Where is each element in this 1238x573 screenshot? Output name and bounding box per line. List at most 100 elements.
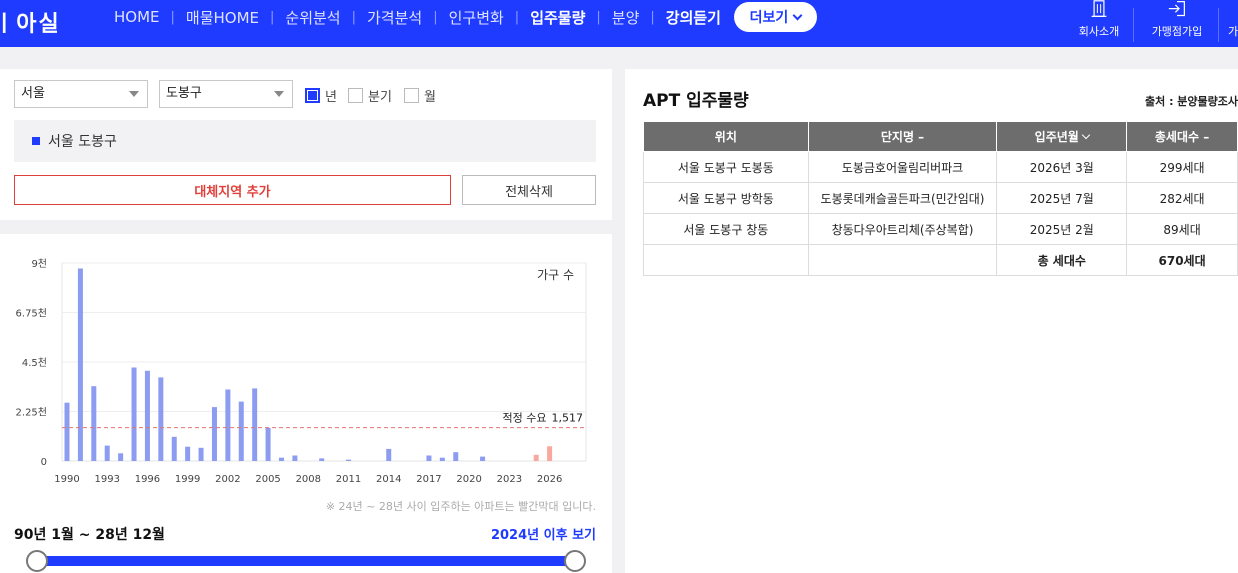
x-tick-label: 1993	[94, 474, 119, 485]
nav-item[interactable]: 인구변화	[449, 7, 504, 28]
reference-line-value: 1,517	[552, 412, 584, 425]
more-menu-button[interactable]: 더보기	[733, 2, 817, 32]
quarter-checkbox[interactable]	[348, 88, 363, 103]
district-select[interactable]: 도봉구	[159, 80, 293, 108]
month-checkbox[interactable]	[404, 88, 419, 103]
col-complex-name[interactable]: 단지명 –	[807, 121, 998, 152]
bar	[238, 401, 244, 461]
col-location[interactable]: 위치	[643, 121, 809, 152]
x-tick-label: 2002	[215, 474, 240, 485]
y-tick-label: 6.75천	[16, 308, 47, 320]
bar	[131, 367, 137, 461]
nav-separator: |	[514, 9, 520, 25]
range-start-handle[interactable]	[26, 550, 48, 572]
district-select-value: 도봉구	[166, 86, 202, 101]
table-row[interactable]: 서울 도봉구 방학동 도봉롯데캐슬골든파크(민간임대) 2025년 7월 282세대	[643, 182, 1238, 214]
nav-separator: |	[170, 9, 175, 25]
bar	[439, 457, 445, 461]
y-tick-label: 9천	[31, 258, 47, 270]
x-tick-label: 2020	[456, 474, 481, 485]
bar	[91, 386, 97, 461]
x-tick-label: 2014	[376, 474, 401, 485]
chevron-down-icon	[792, 10, 803, 20]
x-tick-label: 2017	[416, 474, 441, 485]
bar	[252, 388, 258, 461]
nav-item[interactable]: 가격분석	[367, 7, 422, 28]
site-logo[interactable]: ㅣ아실	[0, 6, 61, 38]
nav-item[interactable]: HOME	[114, 8, 160, 26]
add-compare-region-button[interactable]: 대체지역 추가	[14, 175, 451, 205]
nav-item[interactable]: 매물HOME	[186, 7, 259, 28]
table-cell: 서울 도봉구 방학동	[643, 182, 809, 214]
caret-down-icon	[274, 91, 284, 97]
bar	[533, 454, 539, 461]
range-end-handle[interactable]	[564, 550, 586, 572]
bar	[104, 445, 110, 461]
col-move-in-date[interactable]: 입주년월	[996, 121, 1128, 152]
franchise-join-link[interactable]: 가맹점가입	[1141, 0, 1213, 47]
month-label: 월	[424, 90, 436, 105]
table-cell: 282세대	[1126, 182, 1238, 214]
apt-supply-table: 위치 단지명 – 입주년월 총세대수 – 서울 도봉구 도봉동 도봉금호어울림리버…	[643, 121, 1238, 276]
view-after-2024-link[interactable]: 2024년 이후 보기	[491, 524, 596, 543]
empty-cell	[807, 244, 998, 276]
total-row: 총 세대수 670세대	[643, 244, 1238, 276]
x-tick-label: 1990	[54, 474, 79, 485]
clear-all-button[interactable]: 전체삭제	[462, 175, 596, 205]
nav-item[interactable]: 순위분석	[285, 7, 340, 28]
company-intro-link[interactable]: 회사소개	[1070, 0, 1128, 47]
nav-item[interactable]: 입주물량	[530, 7, 585, 28]
table-row[interactable]: 서울 도봉구 도봉동 도봉금호어울림리버파크 2026년 3월 299세대	[643, 151, 1238, 183]
selected-region-label: 서울 도봉구	[48, 134, 117, 150]
partial-util-link[interactable]: 가	[1226, 0, 1238, 47]
bar	[346, 459, 352, 461]
date-range-slider[interactable]	[37, 556, 575, 566]
section-divider	[0, 220, 612, 234]
bar	[118, 453, 124, 461]
period-quarter-option[interactable]: 분기	[348, 86, 392, 105]
building-icon	[1091, 0, 1107, 17]
reference-line-label: 적정 수요 1,517	[503, 412, 583, 425]
period-year-option[interactable]: 년	[305, 86, 337, 105]
city-select[interactable]: 서울	[14, 80, 148, 108]
table-row[interactable]: 서울 도봉구 창동 창동다우아트리체(주상복합) 2025년 2월 89세대	[643, 213, 1238, 245]
bar	[211, 407, 217, 461]
table-cell: 서울 도봉구 도봉동	[643, 151, 809, 183]
table-header-row: 위치 단지명 – 입주년월 총세대수 –	[643, 121, 1238, 152]
franchise-join-label: 가맹점가입	[1151, 25, 1203, 38]
bar	[480, 456, 486, 461]
bar	[265, 428, 271, 461]
empty-cell	[643, 244, 809, 276]
table-cell: 299세대	[1126, 151, 1238, 183]
legend-label: 가구 수	[537, 268, 574, 282]
nav-item[interactable]: 분양	[612, 7, 640, 28]
x-tick-label: 2008	[296, 474, 321, 485]
company-intro-label: 회사소개	[1078, 25, 1120, 38]
series-color-marker	[32, 137, 40, 145]
nav-separator: |	[596, 9, 601, 25]
main-nav: HOME | 매물HOME | 순위분석 | 가격분석 | 인구변화 | 입주물량 | 분양 | 강의듣기 더…	[114, 0, 817, 34]
x-tick-label: 2005	[255, 474, 280, 485]
apt-supply-title: APT 입주물량	[643, 91, 749, 111]
total-units-label: 총 세대수	[996, 244, 1128, 276]
y-tick-label: 0	[41, 457, 47, 468]
total-units-value: 670세대	[1126, 244, 1238, 276]
sign-in-icon	[1168, 1, 1185, 17]
nav-item[interactable]: 강의듣기	[666, 7, 721, 28]
x-tick-label: 1999	[175, 474, 200, 485]
util-divider	[1218, 8, 1219, 42]
bar	[77, 268, 83, 461]
data-source: 출처 : 분양물량조사	[1145, 95, 1238, 108]
chart-footnote: ※ 24년 ~ 28년 사이 입주하는 아파트는 빨간막대 입니다.	[325, 500, 596, 513]
bar	[225, 389, 231, 461]
period-month-option[interactable]: 월	[404, 86, 436, 105]
bar	[386, 448, 392, 461]
date-range-label: 90년 1월 ~ 28년 12월	[14, 527, 165, 543]
x-tick-label: 2023	[497, 474, 522, 485]
partial-util-label: 가	[1227, 25, 1238, 38]
year-checkbox[interactable]	[305, 88, 320, 103]
table-cell: 서울 도봉구 창동	[643, 213, 809, 245]
table-cell: 창동다우아트리체(주상복합)	[807, 213, 998, 245]
col-total-units[interactable]: 총세대수 –	[1126, 121, 1238, 152]
bar	[426, 455, 432, 461]
